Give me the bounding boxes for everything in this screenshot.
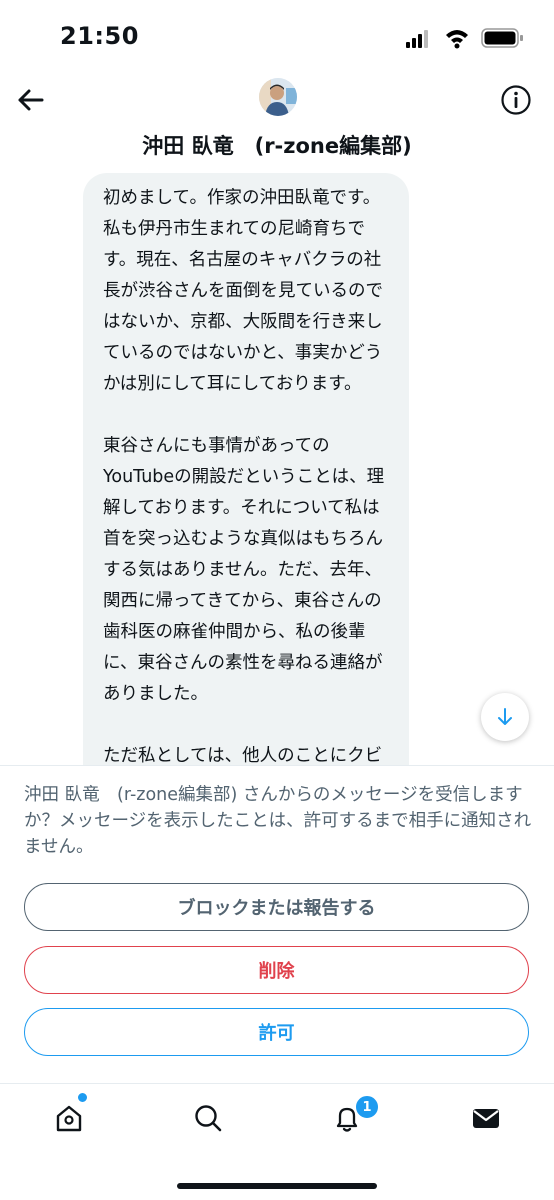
info-icon[interactable] <box>500 84 532 116</box>
conversation-header: 沖田 臥竜 (r-zone編集部) <box>0 70 554 165</box>
message-paragraph: 初めまして。作家の沖田臥竜です。私も伊丹市生まれての尼崎育ちです。現在、名古屋の… <box>103 188 383 394</box>
cellular-signal-icon <box>406 30 428 48</box>
home-icon <box>56 1105 82 1132</box>
arrow-down-icon <box>498 708 512 725</box>
battery-icon <box>481 28 523 48</box>
tab-search[interactable] <box>188 1098 228 1138</box>
block-report-button[interactable]: ブロックまたは報告する <box>24 883 529 931</box>
tab-messages[interactable] <box>466 1098 506 1138</box>
message-request-panel: 沖田 臥竜 (r-zone編集部) さんからのメッセージを受信しますか？メッセー… <box>0 765 554 1084</box>
tab-home[interactable] <box>49 1098 89 1138</box>
request-prompt: 沖田 臥竜 (r-zone編集部) さんからのメッセージを受信しますか？メッセー… <box>24 785 532 857</box>
tab-bar: 1 <box>0 1083 554 1200</box>
message-list[interactable]: 初めまして。作家の沖田臥竜です。私も伊丹市生まれての尼崎育ちです。現在、名古屋の… <box>0 165 554 765</box>
notifications-badge: 1 <box>355 1095 379 1119</box>
home-unread-dot <box>77 1092 88 1103</box>
message-paragraph: ただ私としては、他人のことにクビを突っ込むつもりはありませんが、東谷さんが名前を… <box>103 746 383 765</box>
status-time: 21:50 <box>60 22 139 50</box>
back-arrow-icon <box>18 89 44 111</box>
scroll-down-button[interactable] <box>481 693 529 741</box>
messages-icon <box>473 1109 499 1128</box>
back-button[interactable] <box>12 82 48 118</box>
message-bubble: 初めまして。作家の沖田臥竜です。私も伊丹市生まれての尼崎育ちです。現在、名古屋の… <box>83 173 409 765</box>
home-indicator <box>177 1183 377 1189</box>
profile-photo-icon <box>259 78 297 116</box>
avatar[interactable] <box>259 78 297 116</box>
conversation-title: 沖田 臥竜 (r-zone編集部) <box>142 134 412 158</box>
status-bar: 21:50 <box>0 0 554 70</box>
status-icons <box>406 28 523 49</box>
wifi-icon <box>446 30 468 49</box>
message-paragraph: 東谷さんにも事情があってのYouTubeの開設だということは、理解しております。… <box>103 436 385 704</box>
allow-button[interactable]: 許可 <box>24 1008 529 1056</box>
delete-button[interactable]: 削除 <box>24 946 529 994</box>
search-icon <box>195 1105 222 1132</box>
